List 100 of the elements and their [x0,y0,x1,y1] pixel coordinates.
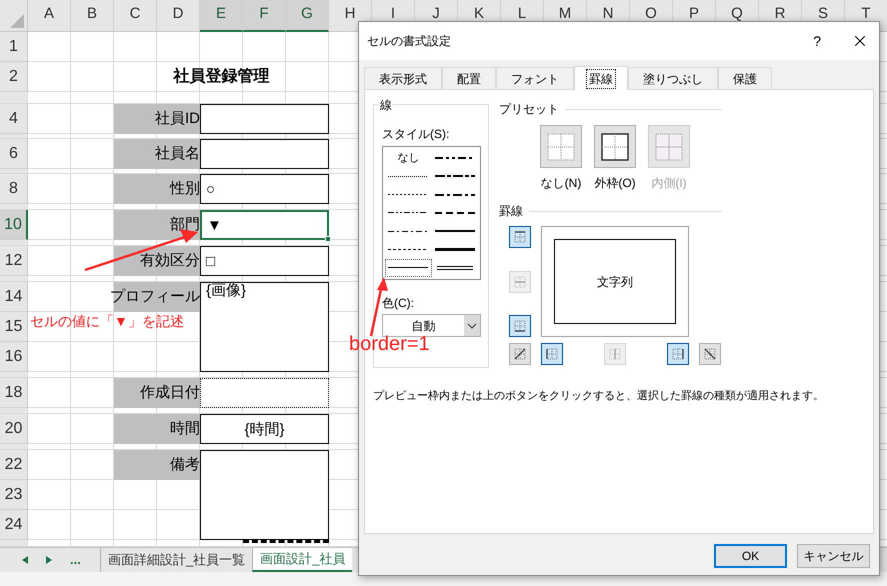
line-style-icon [388,249,428,250]
field-label: 部門 [114,210,200,240]
sheet-title: 社員登録管理 [172,66,270,87]
border-position-icon [513,230,527,244]
row-header[interactable]: 22 [0,450,28,480]
line-style-icon [388,230,428,232]
row-header[interactable]: 4 [0,104,28,134]
line-style-icon [434,212,475,214]
section-heading: 罫線 [499,203,523,220]
dialog-title: セルの書式設定 [367,33,451,50]
line-style-icon [434,194,475,196]
dialog-tab[interactable]: 罫線 [574,66,628,90]
dialog-tab[interactable]: 塗りつぶし [628,67,718,89]
line-style-icon [434,248,475,252]
field-label: 有効区分 [114,246,200,276]
field-value-cell[interactable]: □ [200,246,329,276]
field-value-cell[interactable] [200,378,329,408]
column-header[interactable]: E [200,0,243,32]
dialog-button[interactable]: OK [714,544,787,568]
field-value-cell[interactable] [200,104,329,134]
border-toggle-button[interactable] [509,343,531,365]
dialog-tab[interactable]: 表示形式 [364,67,442,89]
preset-label: 内側(I) [651,175,687,192]
line-style-icon [434,230,475,232]
row-header[interactable]: 18 [0,378,28,408]
field-value-cell[interactable]: ▼ [200,210,329,240]
line-style-icon [388,267,428,268]
border-position-icon [513,319,527,333]
preset-label: なし(N) [540,175,582,192]
field-label: 社員ID [114,104,200,134]
fill-handle[interactable] [325,236,331,242]
line-style-icon [434,175,475,178]
line-style-icon [388,212,428,214]
style-label: スタイル(S): [382,126,450,143]
field-value-cell[interactable] [200,139,329,169]
border-toggle-button[interactable] [699,343,721,365]
more-tabs-button[interactable]: ... [70,550,81,570]
dialog-tab[interactable]: 配置 [442,67,496,89]
border-position-icon [513,347,527,361]
border-toggle-button[interactable] [541,343,563,365]
line-style-list[interactable]: なし [382,146,481,280]
dialog-button[interactable]: キャンセル [797,544,870,568]
preset-grid-icon [654,132,684,162]
row-header[interactable]: 10 [0,210,28,240]
field-value-cell[interactable]: {画像} [200,282,329,372]
column-header[interactable]: C [114,0,157,32]
field-label: 時間 [114,414,200,444]
color-dropdown[interactable]: 自動 [382,314,481,337]
column-header[interactable]: A [28,0,71,32]
preview-text: 文字列 [597,274,633,290]
dialog-tab[interactable]: フォント [496,67,574,89]
field-label: 作成日付 [114,378,200,408]
double-line-icon [436,266,473,270]
hint-text: プレビュー枠内または上のボタンをクリックすると、選択した罫線の種類が適用されます。 [373,388,825,404]
row-header[interactable]: 2 [0,62,28,92]
border-preview[interactable]: 文字列 [541,226,689,337]
row-header[interactable]: 12 [0,246,28,276]
border-toggle-button[interactable] [667,343,689,365]
row-header[interactable]: 15 [0,312,28,342]
row-header[interactable]: 20 [0,414,28,444]
border-position-icon [703,347,717,361]
column-header[interactable]: G [286,0,329,32]
row-header[interactable]: 24 [0,510,28,540]
column-header[interactable]: B [71,0,114,32]
border-position-icon [671,347,685,361]
row-header[interactable]: 8 [0,174,28,204]
field-label: 性別 [114,174,200,204]
border-position-icon [513,274,527,288]
row-header[interactable]: 23 [0,480,28,510]
row-header[interactable]: 16 [0,342,28,372]
preset-label: 外枠(O) [594,175,636,192]
preset-grid-icon [546,132,576,162]
dialog-tab[interactable]: 保護 [718,67,772,89]
row-header[interactable]: 1 [0,32,28,62]
column-header[interactable]: D [157,0,200,32]
line-style-option[interactable]: なし [385,149,432,168]
line-style-icon [434,157,475,160]
column-header[interactable]: F [243,0,286,32]
help-button[interactable]: ? [813,30,821,52]
section-heading: プリセット [499,101,559,118]
scroll-left-icon[interactable] [22,556,28,564]
field-label: 備考 [114,450,200,480]
preset-button[interactable] [594,125,636,168]
scroll-right-icon[interactable] [46,556,52,564]
line-style-option[interactable] [385,258,432,277]
field-value-cell[interactable]: {時間} [200,414,329,444]
border-position-icon [608,347,622,361]
field-label: 社員名 [114,139,200,169]
chevron-down-icon [464,315,480,336]
sheet-tab[interactable]: 画面設計_社員 [252,548,352,572]
field-value-cell[interactable]: ○ [200,174,329,204]
row-header[interactable]: 6 [0,139,28,169]
line-style-icon [388,176,428,177]
border-toggle-button[interactable] [509,226,531,248]
preset-grid-icon [600,132,630,162]
border-toggle-button[interactable] [509,315,531,337]
field-value-cell[interactable] [200,450,329,540]
row-header[interactable]: 14 [0,282,28,312]
color-label: 色(C): [382,295,415,312]
border-position-icon [545,347,559,361]
